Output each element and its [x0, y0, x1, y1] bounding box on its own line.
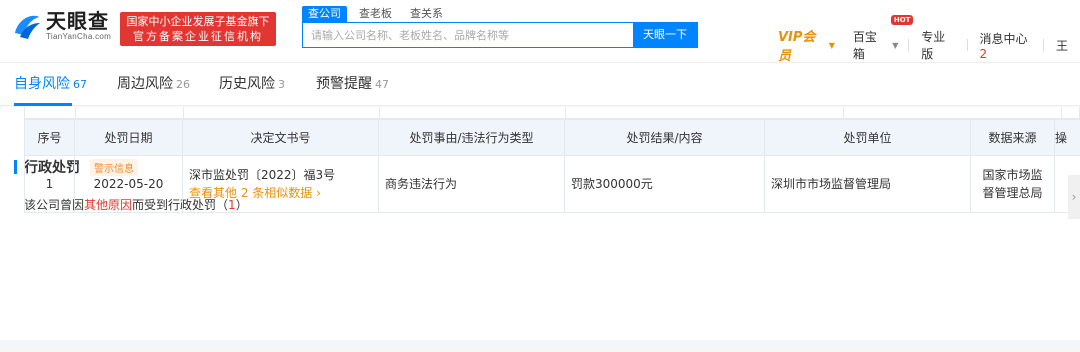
user-menu[interactable]: 王 [1056, 37, 1068, 54]
baobaoxiang-label: 百宝箱 [852, 30, 877, 61]
logo-domain: TianYanCha.com [46, 32, 112, 41]
tab-label: 自身风险 [14, 76, 70, 92]
cell-date: 2022-05-20 [74, 155, 183, 213]
logo-wordmark: 天眼查 [46, 9, 109, 33]
nav-divider [966, 39, 968, 51]
active-tab-indicator [14, 103, 72, 106]
col-header-result: 处罚结果/内容 [564, 119, 765, 156]
gov-badge: 国家中小企业发展子基金旗下 官方备案企业征信机构 [120, 12, 276, 46]
table-divider [183, 107, 184, 119]
search-box: 天眼一下 [302, 22, 698, 48]
message-count: 2 [979, 46, 988, 61]
col-header-unit: 处罚单位 [764, 119, 971, 156]
nav-divider [908, 39, 910, 51]
search-tab-company[interactable]: 查公司 [302, 6, 347, 22]
tab-label: 历史风险 [219, 76, 275, 92]
top-header: 天眼查 TianYanCha.com 国家中小企业发展子基金旗下 官方备案企业征… [0, 0, 1080, 64]
cell-reason: 商务违法行为 [378, 155, 565, 213]
table-row: 1 2022-05-20 深市监处罚〔2022〕福3号 查看其他 2 条相似数据… [24, 155, 1080, 213]
cell-source: 国家市场监督管理总局 [970, 155, 1055, 213]
page: 天眼查 TianYanCha.com 国家中小企业发展子基金旗下 官方备案企业征… [0, 0, 1080, 352]
tab-label: 周边风险 [117, 76, 173, 92]
message-center-label: 消息中心 [979, 31, 1028, 46]
table-divider [379, 107, 380, 119]
penalty-table: 序号 处罚日期 决定文书号 处罚事由/违法行为类型 处罚结果/内容 处罚单位 数… [24, 119, 1080, 213]
col-header-index: 序号 [24, 119, 75, 156]
vip-chevron-down-icon[interactable]: ▼ [829, 41, 835, 50]
table-divider [1061, 107, 1062, 119]
doc-number: 深市监处罚〔2022〕福3号 [189, 168, 336, 182]
tab-count: 47 [375, 78, 389, 91]
table-divider [565, 107, 566, 119]
logo-icon [12, 11, 42, 41]
col-header-source: 数据来源 [970, 119, 1055, 156]
top-nav: VIP会员 ▼ 百宝箱 HOT ▼ 专业版 消息中心2 王 [778, 15, 1080, 64]
search-tab-relation[interactable]: 查关系 [404, 6, 449, 22]
hot-badge: HOT [890, 15, 914, 25]
search-tab-boss[interactable]: 查老板 [353, 6, 398, 22]
nav-divider [1043, 39, 1044, 51]
cell-unit: 深圳市市场监督管理局 [764, 155, 971, 213]
previous-table-edge [24, 107, 1080, 119]
col-header-reason: 处罚事由/违法行为类型 [378, 119, 565, 156]
table-divider [843, 107, 844, 119]
risk-tabs: 自身风险 67 周边风险 26 历史风险 3 预警提醒 47 [0, 62, 1080, 106]
tianyancha-logo[interactable]: 天眼查 TianYanCha.com [12, 10, 111, 41]
vip-member-link[interactable]: VIP会员 [778, 26, 825, 64]
tab-count: 67 [73, 78, 87, 91]
tab-history-risk[interactable]: 历史风险 3 [219, 73, 285, 93]
tab-count: 3 [278, 78, 285, 91]
cell-index: 1 [24, 155, 75, 213]
table-scroll-right-icon[interactable]: › [1068, 175, 1080, 219]
view-similar-link[interactable]: 查看其他 2 条相似数据 › [189, 184, 372, 202]
baobaoxiang-link[interactable]: 百宝箱 HOT [852, 15, 914, 62]
cell-doc-no: 深市监处罚〔2022〕福3号 查看其他 2 条相似数据 › [182, 155, 379, 213]
table-divider [75, 107, 76, 119]
page-background-strip [0, 340, 1080, 352]
tab-warning[interactable]: 预警提醒 47 [316, 73, 389, 93]
search-button[interactable]: 天眼一下 [633, 23, 697, 47]
table-header-row: 序号 处罚日期 决定文书号 处罚事由/违法行为类型 处罚结果/内容 处罚单位 数… [24, 119, 1080, 156]
section-accent-bar [14, 160, 17, 174]
message-center-link[interactable]: 消息中心2 [980, 30, 1032, 61]
tab-label: 预警提醒 [316, 76, 372, 92]
col-header-action: 操 [1054, 119, 1080, 156]
tab-surrounding-risk[interactable]: 周边风险 26 [117, 73, 190, 93]
col-header-doc-no: 决定文书号 [182, 119, 379, 156]
baobaoxiang-chevron-down-icon[interactable]: ▼ [892, 41, 898, 50]
cell-result: 罚款300000元 [564, 155, 765, 213]
search-input[interactable] [303, 23, 633, 47]
search-type-tabs: 查公司 查老板 查关系 [302, 6, 449, 22]
col-header-date: 处罚日期 [74, 119, 183, 156]
tab-self-risk[interactable]: 自身风险 67 [14, 73, 87, 93]
pro-version-link[interactable]: 专业版 [921, 28, 954, 62]
gov-badge-line1: 国家中小企业发展子基金旗下 [126, 15, 270, 28]
gov-badge-line2: 官方备案企业征信机构 [133, 30, 263, 43]
tab-count: 26 [176, 78, 190, 91]
